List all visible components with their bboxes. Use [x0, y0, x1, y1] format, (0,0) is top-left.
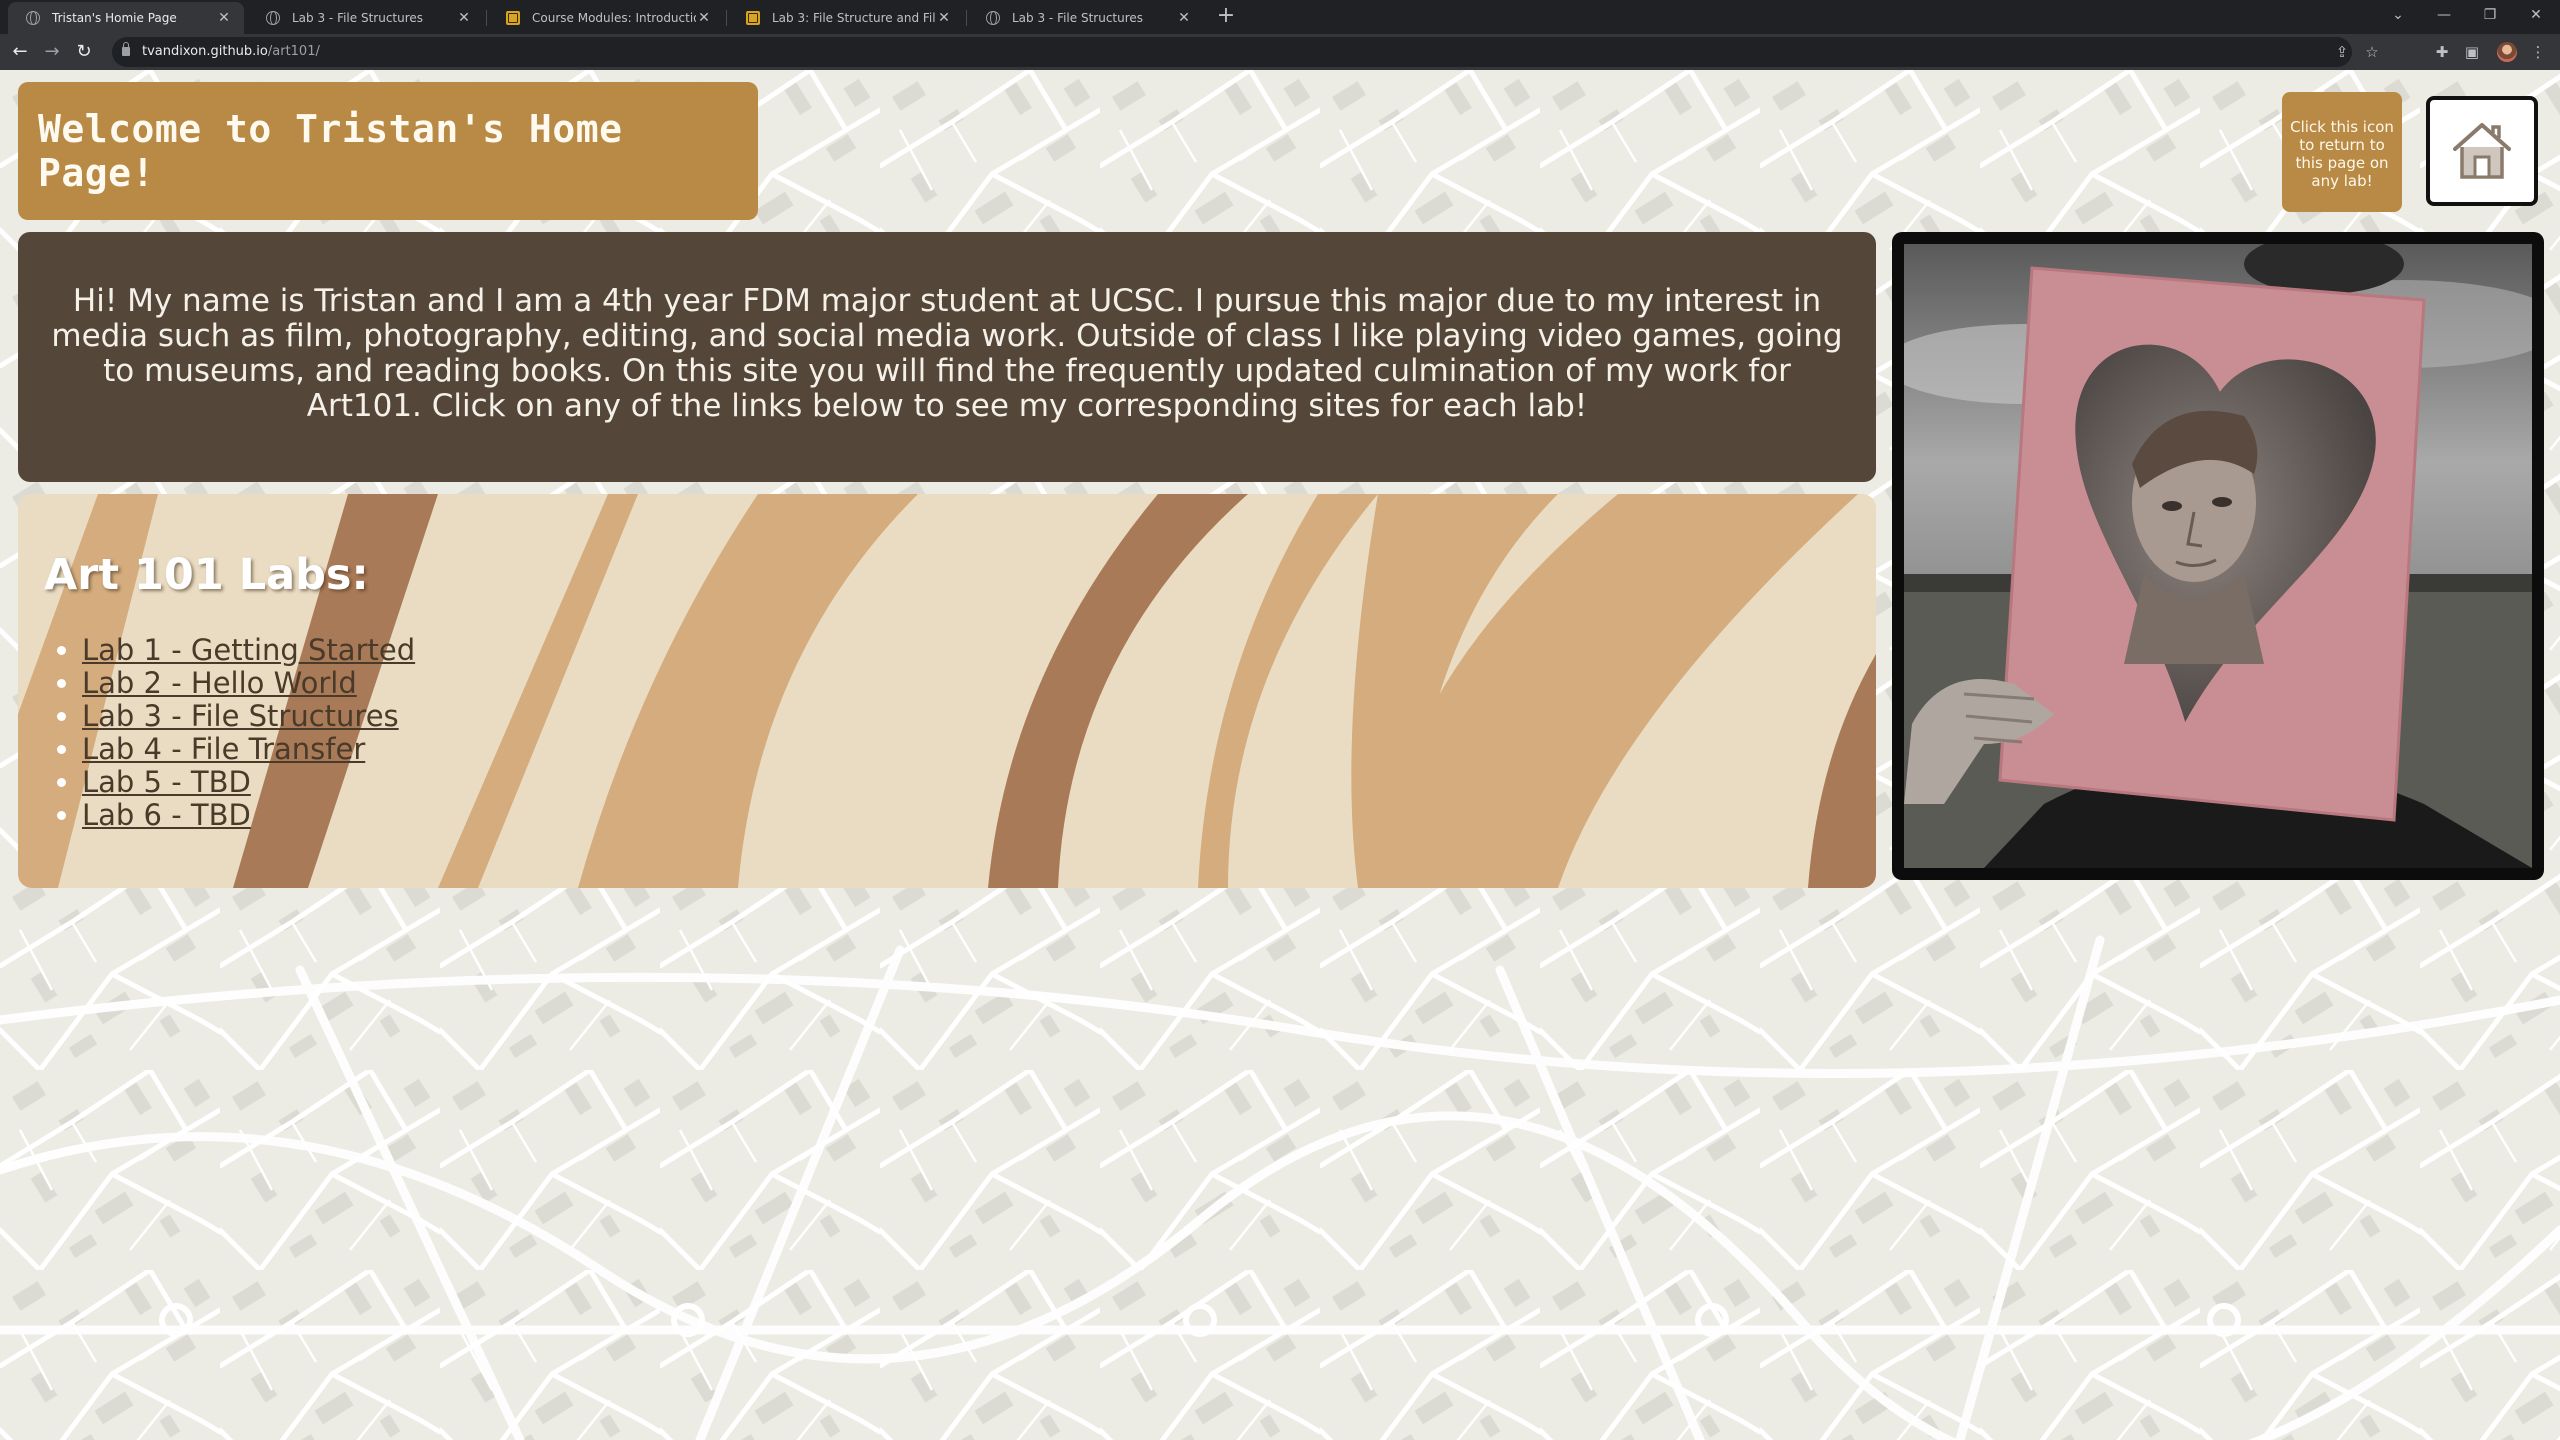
lab-3-link[interactable]: Lab 3 - File Structures [82, 699, 399, 733]
reload-icon[interactable]: ↻ [72, 40, 96, 64]
restore-icon[interactable]: ❐ [2468, 0, 2512, 30]
close-icon[interactable]: ✕ [696, 10, 712, 26]
globe-icon [266, 11, 280, 25]
new-tab-button[interactable]: + [1214, 4, 1238, 28]
list-item: Lab 3 - File Structures [82, 700, 415, 733]
tab-1[interactable]: Tristan's Homie Page ✕ [8, 2, 244, 34]
close-icon[interactable]: ✕ [456, 10, 472, 26]
lab-1-link[interactable]: Lab 1 - Getting Started [82, 633, 415, 667]
window-close-icon[interactable]: ✕ [2514, 0, 2558, 30]
canvas-icon [506, 11, 520, 25]
list-item: Lab 2 - Hello World [82, 667, 415, 700]
share-icon[interactable]: ⇪ [2332, 42, 2352, 62]
tab-2[interactable]: Lab 3 - File Structures ✕ [248, 2, 484, 34]
url-host: tvandixon.github.io [142, 44, 268, 59]
tab-title: Tristan's Homie Page [52, 11, 177, 25]
lab-4-link[interactable]: Lab 4 - File Transfer [82, 732, 365, 766]
globe-icon [26, 11, 40, 25]
menu-dots-icon[interactable]: ⋮ [2528, 42, 2548, 62]
list-item: Lab 1 - Getting Started [82, 634, 415, 667]
tab-title: Lab 3 - File Structures [292, 11, 424, 25]
tab-search-icon[interactable]: ⌄ [2376, 0, 2420, 30]
lab-6-link[interactable]: Lab 6 - TBD [82, 798, 251, 832]
close-icon[interactable]: ✕ [216, 10, 232, 26]
back-arrow-icon[interactable]: ← [8, 40, 32, 64]
tab-4[interactable]: Lab 3: File Structure and File Tran ✕ [728, 2, 964, 34]
address-bar[interactable]: tvandixon.github.io/art101/ ⇪ ☆ [112, 37, 2379, 67]
tab-3[interactable]: Course Modules: Introduction to ✕ [488, 2, 724, 34]
home-icon [2453, 123, 2511, 179]
tab-separator [726, 10, 727, 26]
bookmark-star-icon[interactable]: ☆ [2362, 42, 2382, 62]
close-icon[interactable]: ✕ [1176, 10, 1192, 26]
tab-title: Lab 3: File Structure and File Tran [772, 11, 936, 25]
side-panel-icon[interactable]: ▣ [2462, 42, 2482, 62]
canvas-icon [746, 11, 760, 25]
page-viewport: Welcome to Tristan's Home Page! Click th… [0, 70, 2560, 1440]
forward-arrow-icon[interactable]: → [40, 40, 64, 64]
tab-title: Course Modules: Introduction to [532, 11, 696, 25]
list-item: Lab 4 - File Transfer [82, 733, 415, 766]
labs-panel: Art 101 Labs: Lab 1 - Getting Started La… [18, 494, 1876, 888]
labs-list: Lab 1 - Getting Started Lab 2 - Hello Wo… [82, 634, 415, 832]
globe-icon [986, 11, 1000, 25]
list-item: Lab 6 - TBD [82, 799, 415, 832]
tab-strip: Tristan's Homie Page ✕ Lab 3 - File Stru… [0, 0, 2560, 34]
url-path: /art101/ [267, 44, 320, 59]
lock-icon[interactable] [122, 42, 130, 56]
list-item: Lab 5 - TBD [82, 766, 415, 799]
profile-photo-frame [1892, 232, 2544, 880]
profile-photo-image [1904, 244, 2532, 868]
labs-heading: Art 101 Labs: [44, 550, 369, 600]
close-icon[interactable]: ✕ [936, 10, 952, 26]
tab-separator [486, 10, 487, 26]
lab-2-link[interactable]: Lab 2 - Hello World [82, 666, 357, 700]
welcome-banner: Welcome to Tristan's Home Page! [18, 82, 758, 220]
minimize-icon[interactable]: — [2422, 0, 2466, 30]
intro-text: Hi! My name is Tristan and I am a 4th ye… [51, 283, 1843, 424]
tab-5[interactable]: Lab 3 - File Structures ✕ [968, 2, 1204, 34]
home-button[interactable] [2426, 96, 2538, 206]
profile-avatar[interactable] [2497, 42, 2517, 62]
page-title: Welcome to Tristan's Home Page! [38, 107, 623, 195]
url-text[interactable]: tvandixon.github.io/art101/ [142, 37, 320, 67]
browser-toolbar: ← → ↻ tvandixon.github.io/art101/ ⇪ ☆ ✚ … [0, 34, 2560, 70]
lab-5-link[interactable]: Lab 5 - TBD [82, 765, 251, 799]
extensions-icon[interactable]: ✚ [2432, 42, 2452, 62]
tab-separator [966, 10, 967, 26]
home-tip-box: Click this icon to return to this page o… [2282, 92, 2402, 212]
tab-title: Lab 3 - File Structures [1012, 11, 1144, 25]
intro-panel: Hi! My name is Tristan and I am a 4th ye… [18, 232, 1876, 482]
profile-photo [1904, 244, 2532, 868]
